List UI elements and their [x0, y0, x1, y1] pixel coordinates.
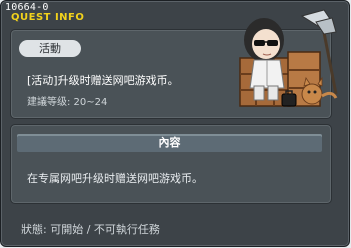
quest-category-tag: 活動: [19, 40, 81, 57]
content-header: 內容: [17, 134, 322, 152]
quest-content-panel: 內容 在专属网吧升级时赠送网吧游戏币。: [10, 124, 332, 204]
cat-icon: [301, 76, 338, 105]
quest-description: 在专属网吧升级时赠送网吧游戏币。: [27, 172, 203, 185]
quest-status: 狀態: 可開始 / 不可執行任務: [21, 223, 160, 236]
recommended-level: 建議等级: 20~24: [27, 97, 108, 108]
window-title: QUEST INFO: [11, 12, 85, 23]
character-portrait: [239, 9, 338, 107]
quest-name: [活动]升级时赠送网吧游戏币。: [27, 74, 179, 87]
